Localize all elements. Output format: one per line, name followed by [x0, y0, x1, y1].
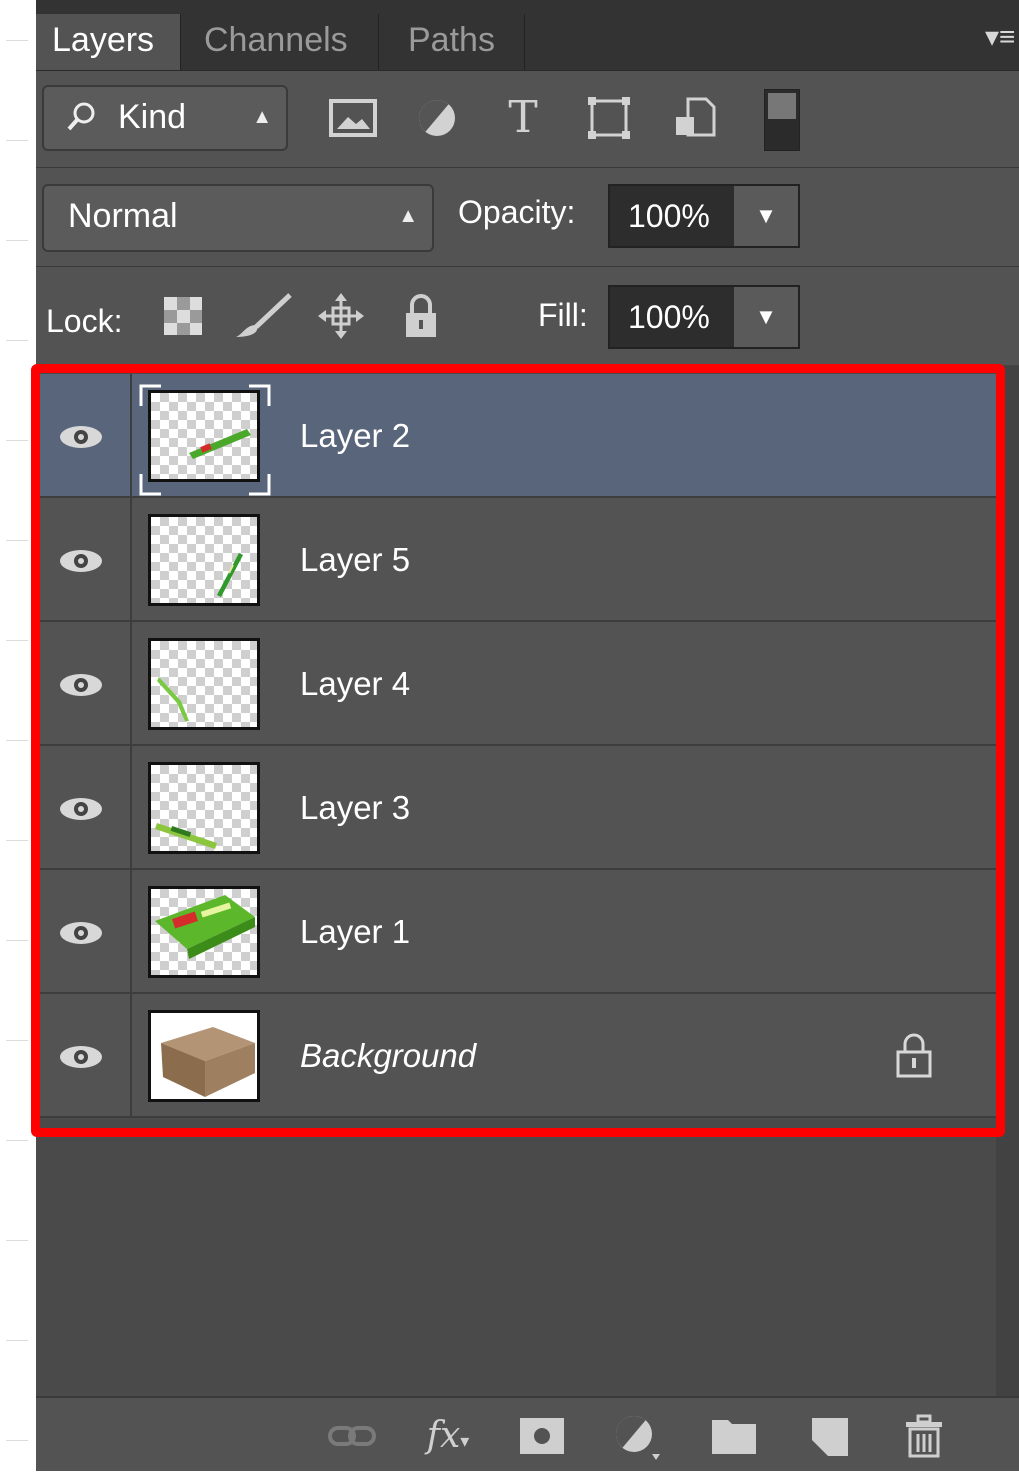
new-group-folder-icon[interactable] — [708, 1410, 760, 1462]
visibility-eye-icon[interactable] — [36, 994, 132, 1116]
filter-kind-dropdown[interactable]: Kind ▲ — [42, 85, 288, 151]
layers-bottom-toolbar: fx▾ — [36, 1396, 1019, 1471]
visibility-eye-icon[interactable] — [36, 498, 132, 620]
fill-label: Fill: — [538, 297, 588, 333]
lock-position-move-icon[interactable] — [316, 291, 366, 341]
layers-scrollbar[interactable] — [996, 366, 1019, 1396]
delete-trash-icon[interactable] — [898, 1410, 950, 1462]
layer-thumbnail — [148, 638, 260, 730]
fill-field[interactable]: 100% ▼ — [608, 285, 800, 349]
type-layer-filter-icon[interactable]: T — [496, 91, 550, 145]
fill-dropdown-arrow-icon[interactable]: ▼ — [734, 287, 798, 347]
search-icon — [62, 87, 102, 166]
layer-name[interactable]: Layer 4 — [300, 622, 410, 746]
layer-name[interactable]: Layer 3 — [300, 746, 410, 870]
tab-paths[interactable]: Paths — [392, 14, 524, 70]
lock-all-padlock-icon[interactable] — [396, 291, 446, 341]
opacity-field[interactable]: 100% ▼ — [608, 184, 800, 248]
pixel-layer-filter-icon[interactable] — [326, 91, 380, 145]
layer-thumbnail — [148, 514, 260, 606]
lock-label: Lock: — [46, 303, 123, 339]
smart-object-filter-icon[interactable] — [668, 91, 722, 145]
layer-name[interactable]: Layer 2 — [300, 374, 410, 498]
fill-value: 100% — [628, 299, 710, 335]
layer-thumbnail — [148, 886, 260, 978]
visibility-eye-icon[interactable] — [36, 870, 132, 992]
opacity-label: Opacity: — [458, 194, 576, 230]
panel-tab-bar: Layers Channels Paths ▾≡ — [36, 0, 1019, 71]
filter-toggle-switch[interactable] — [764, 89, 800, 151]
tab-layers[interactable]: Layers — [36, 14, 180, 70]
shape-layer-filter-icon[interactable] — [582, 91, 636, 145]
layer-row-background[interactable]: Background — [36, 994, 996, 1118]
panel-menu-icon[interactable]: ▾≡ — [985, 22, 1015, 52]
new-layer-icon[interactable] — [804, 1410, 856, 1462]
layer-thumbnail — [148, 1010, 260, 1102]
layer-row-layer-4[interactable]: Layer 4 — [36, 622, 996, 746]
layer-name[interactable]: Layer 5 — [300, 498, 410, 622]
up-down-arrows-icon: ▲ — [398, 205, 418, 227]
layer-thumbnail — [148, 390, 260, 482]
page-background — [0, 0, 37, 1469]
layer-row-layer-1[interactable]: Layer 1 — [36, 870, 996, 994]
add-mask-icon[interactable] — [516, 1410, 568, 1462]
up-down-arrows-icon: ▲ — [252, 106, 272, 128]
adjustment-layer-filter-icon[interactable] — [410, 91, 464, 145]
blend-mode-dropdown[interactable]: Normal ▲ — [42, 184, 434, 252]
visibility-eye-icon[interactable] — [36, 622, 132, 744]
layer-style-fx-icon[interactable]: fx▾ — [422, 1410, 474, 1462]
lock-image-pixels-brush-icon[interactable] — [232, 291, 298, 341]
opacity-dropdown-arrow-icon[interactable]: ▼ — [734, 186, 798, 246]
lock-transparent-pixels-icon[interactable] — [158, 291, 208, 341]
layer-name[interactable]: Layer 1 — [300, 870, 410, 994]
link-layers-icon[interactable] — [326, 1410, 378, 1462]
visibility-eye-icon[interactable] — [36, 374, 132, 496]
layer-row-layer-5[interactable]: Layer 5 — [36, 498, 996, 622]
filter-kind-label: Kind — [118, 98, 187, 136]
tab-channels[interactable]: Channels — [188, 14, 378, 70]
opacity-value: 100% — [628, 198, 710, 234]
background-lock-icon — [896, 1033, 932, 1078]
layer-row-layer-2[interactable]: Layer 2 — [36, 374, 996, 498]
filter-row: Kind ▲ T — [36, 71, 1019, 168]
blend-mode-value: Normal — [68, 197, 178, 235]
layer-row-layer-3[interactable]: Layer 3 — [36, 746, 996, 870]
layers-list: Layer 2 Layer 5 Layer 4 Layer 3 Layer 1 … — [36, 366, 996, 1396]
adjustment-layer-icon[interactable] — [612, 1410, 664, 1462]
layers-panel: Layers Channels Paths ▾≡ Kind ▲ T Normal… — [31, 0, 1019, 1471]
visibility-eye-icon[interactable] — [36, 746, 132, 868]
blend-row: Normal ▲ Opacity: 100% ▼ — [36, 168, 1019, 267]
layer-thumbnail — [148, 762, 260, 854]
layer-name[interactable]: Background — [300, 994, 476, 1118]
lock-row: Lock: Fill: 100% ▼ — [36, 267, 1019, 365]
